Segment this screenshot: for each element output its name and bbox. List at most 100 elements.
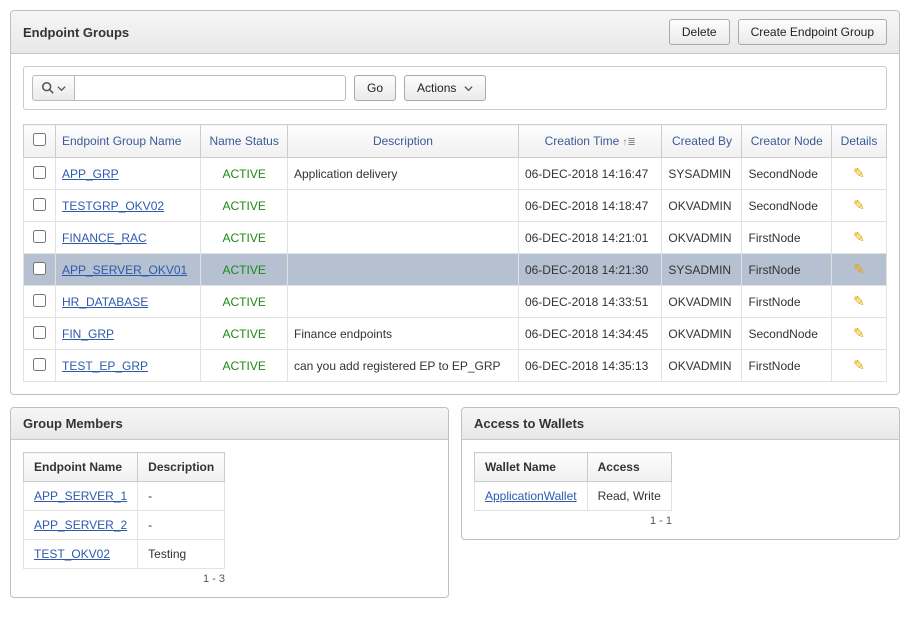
list-item: ApplicationWallet Read, Write bbox=[475, 482, 672, 511]
wallets-col-access[interactable]: Access bbox=[587, 453, 671, 482]
row-ctime: 06-DEC-2018 14:35:13 bbox=[518, 350, 661, 382]
row-checkbox[interactable] bbox=[33, 230, 46, 243]
endpoint-link[interactable]: TEST_OKV02 bbox=[34, 547, 110, 561]
edit-icon[interactable]: ✎ bbox=[853, 325, 865, 341]
col-cby[interactable]: Created By bbox=[662, 125, 742, 158]
row-cnode: SecondNode bbox=[742, 318, 832, 350]
edit-icon[interactable]: ✎ bbox=[853, 261, 865, 277]
endpoint-link[interactable]: APP_SERVER_1 bbox=[34, 489, 127, 503]
status-badge: ACTIVE bbox=[222, 295, 265, 309]
row-ctime: 06-DEC-2018 14:18:47 bbox=[518, 190, 661, 222]
endpoint-group-link[interactable]: TESTGRP_OKV02 bbox=[62, 199, 164, 213]
wallets-col-name[interactable]: Wallet Name bbox=[475, 453, 588, 482]
actions-menu-button[interactable]: Actions bbox=[404, 75, 486, 101]
delete-button[interactable]: Delete bbox=[669, 19, 730, 45]
go-button[interactable]: Go bbox=[354, 75, 396, 101]
row-checkbox[interactable] bbox=[33, 358, 46, 371]
access-wallets-panel: Access to Wallets Wallet Name Access App… bbox=[461, 407, 900, 540]
edit-icon[interactable]: ✎ bbox=[853, 229, 865, 245]
endpoint-group-link[interactable]: APP_GRP bbox=[62, 167, 119, 181]
chevron-down-icon bbox=[57, 84, 66, 93]
search-input[interactable] bbox=[75, 76, 345, 100]
status-badge: ACTIVE bbox=[222, 359, 265, 373]
search-icon bbox=[41, 81, 55, 95]
row-cby: OKVADMIN bbox=[662, 286, 742, 318]
row-cnode: FirstNode bbox=[742, 286, 832, 318]
row-cnode: FirstNode bbox=[742, 254, 832, 286]
panel-header: Endpoint Groups Delete Create Endpoint G… bbox=[11, 11, 899, 54]
endpoint-group-link[interactable]: TEST_EP_GRP bbox=[62, 359, 148, 373]
endpoint-group-link[interactable]: APP_SERVER_OKV01 bbox=[62, 263, 187, 277]
row-desc bbox=[287, 222, 518, 254]
status-badge: ACTIVE bbox=[222, 263, 265, 277]
group-members-table: Endpoint Name Description APP_SERVER_1-A… bbox=[23, 452, 225, 569]
table-row[interactable]: FIN_GRPACTIVEFinance endpoints06-DEC-201… bbox=[24, 318, 887, 350]
group-members-panel: Group Members Endpoint Name Description … bbox=[10, 407, 449, 598]
table-row[interactable]: TEST_EP_GRP ACTIVE can you add registered … bbox=[24, 350, 887, 382]
edit-icon[interactable]: ✎ bbox=[853, 165, 865, 181]
row-checkbox[interactable] bbox=[33, 198, 46, 211]
endpoint-group-link[interactable]: FINANCE_RAC bbox=[62, 231, 147, 245]
member-desc: - bbox=[138, 482, 225, 511]
edit-icon[interactable]: ✎ bbox=[853, 197, 865, 213]
page-title: Endpoint Groups bbox=[23, 25, 129, 40]
row-checkbox[interactable] bbox=[33, 294, 46, 307]
row-cby: SYSADMIN bbox=[662, 158, 742, 190]
row-checkbox[interactable] bbox=[33, 166, 46, 179]
endpoint-groups-table: Endpoint Group Name Name Status Descript… bbox=[23, 124, 887, 382]
col-status[interactable]: Name Status bbox=[201, 125, 288, 158]
list-item: TEST_OKV02 Testing bbox=[24, 540, 225, 569]
row-checkbox[interactable] bbox=[33, 326, 46, 339]
endpoint-group-link[interactable]: HR_DATABASE bbox=[62, 295, 148, 309]
row-cnode: SecondNode bbox=[742, 190, 832, 222]
members-col-desc[interactable]: Description bbox=[138, 453, 225, 482]
chevron-down-icon bbox=[464, 84, 473, 93]
row-ctime: 06-DEC-2018 14:21:30 bbox=[518, 254, 661, 286]
col-cnode[interactable]: Creator Node bbox=[742, 125, 832, 158]
row-cnode: FirstNode bbox=[742, 350, 832, 382]
row-cby: OKVADMIN bbox=[662, 222, 742, 254]
row-cby: OKVADMIN bbox=[662, 318, 742, 350]
col-name[interactable]: Endpoint Group Name bbox=[56, 125, 201, 158]
status-badge: ACTIVE bbox=[222, 167, 265, 181]
table-row[interactable]: TESTGRP_OKV02ACTIVE06-DEC-2018 14:18:47O… bbox=[24, 190, 887, 222]
wallets-table: Wallet Name Access ApplicationWallet Read… bbox=[474, 452, 672, 511]
row-ctime: 06-DEC-2018 14:21:01 bbox=[518, 222, 661, 254]
row-checkbox[interactable] bbox=[33, 262, 46, 275]
row-desc bbox=[287, 190, 518, 222]
edit-icon[interactable]: ✎ bbox=[853, 357, 865, 373]
row-ctime: 06-DEC-2018 14:16:47 bbox=[518, 158, 661, 190]
table-row[interactable]: APP_GRPACTIVEApplication delivery06-DEC-… bbox=[24, 158, 887, 190]
status-badge: ACTIVE bbox=[222, 327, 265, 341]
search-toolbar: Go Actions bbox=[23, 66, 887, 110]
col-desc[interactable]: Description bbox=[287, 125, 518, 158]
endpoint-groups-panel: Endpoint Groups Delete Create Endpoint G… bbox=[10, 10, 900, 395]
row-desc: can you add registered EP to EP_GRP bbox=[287, 350, 518, 382]
member-desc: - bbox=[138, 511, 225, 540]
row-cnode: FirstNode bbox=[742, 222, 832, 254]
create-endpoint-group-button[interactable]: Create Endpoint Group bbox=[738, 19, 887, 45]
col-ctime[interactable]: Creation Time↑≣ bbox=[518, 125, 661, 158]
search-column-dropdown[interactable] bbox=[33, 76, 75, 100]
row-cby: SYSADMIN bbox=[662, 254, 742, 286]
row-desc: Finance endpoints bbox=[287, 318, 518, 350]
row-desc bbox=[287, 254, 518, 286]
wallet-link[interactable]: ApplicationWallet bbox=[485, 489, 577, 503]
row-cby: OKVADMIN bbox=[662, 350, 742, 382]
member-desc: Testing bbox=[138, 540, 225, 569]
endpoint-group-link[interactable]: FIN_GRP bbox=[62, 327, 114, 341]
edit-icon[interactable]: ✎ bbox=[853, 293, 865, 309]
list-item: APP_SERVER_2- bbox=[24, 511, 225, 540]
members-col-name[interactable]: Endpoint Name bbox=[24, 453, 138, 482]
status-badge: ACTIVE bbox=[222, 231, 265, 245]
wallet-access: Read, Write bbox=[587, 482, 671, 511]
row-cnode: SecondNode bbox=[742, 158, 832, 190]
table-row[interactable]: HR_DATABASEACTIVE06-DEC-2018 14:33:51OKV… bbox=[24, 286, 887, 318]
table-row[interactable]: FINANCE_RAC ACTIVE 06-DEC-2018 14:21:01OKV… bbox=[24, 222, 887, 254]
select-all-checkbox[interactable] bbox=[33, 133, 46, 146]
endpoint-link[interactable]: APP_SERVER_2 bbox=[34, 518, 127, 532]
col-details[interactable]: Details bbox=[832, 125, 887, 158]
members-range: 1 - 3 bbox=[23, 573, 225, 585]
row-desc bbox=[287, 286, 518, 318]
table-row[interactable]: APP_SERVER_OKV01 ACTIVE 06-DEC-2018 14:21:… bbox=[24, 254, 887, 286]
